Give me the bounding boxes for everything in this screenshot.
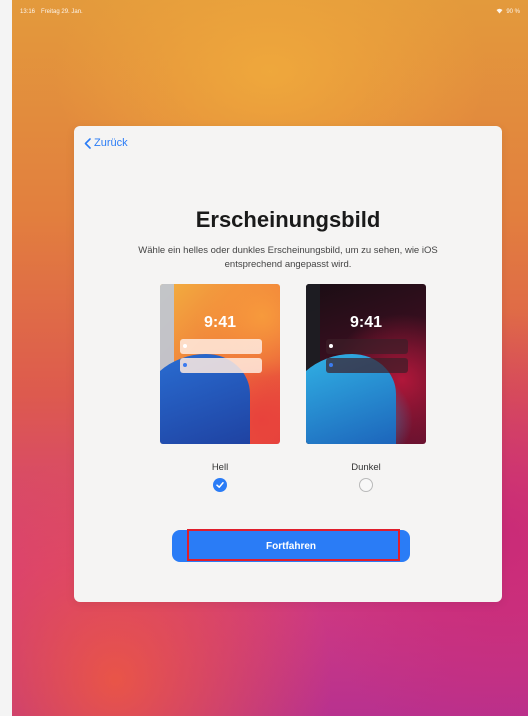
preview-notification: [326, 358, 408, 373]
preview-notification: [180, 339, 262, 354]
preview-clock: 9:41: [349, 314, 383, 331]
preview-notification: [326, 339, 408, 354]
battery-text: 90 %: [506, 9, 520, 15]
back-button[interactable]: Zurück: [84, 137, 128, 149]
back-label: Zurück: [94, 137, 128, 149]
dark-mode-preview[interactable]: 9:41: [306, 284, 426, 444]
light-option-label: Hell: [211, 462, 229, 473]
preview-notification: [180, 358, 262, 373]
ipad-screen: 13:16 Freitag 29. Jan. 90 % Zurück Ersch…: [12, 0, 528, 716]
light-radio-selected[interactable]: [213, 478, 227, 492]
page-title: Erscheinungsbild: [195, 207, 381, 232]
page-subtitle: Wähle ein helles oder dunkles Erscheinun…: [138, 245, 438, 270]
device-frame: [0, 0, 12, 716]
status-date: Freitag 29. Jan.: [41, 9, 83, 15]
preview-clock: 9:41: [203, 314, 237, 331]
chevron-left-icon: [84, 137, 91, 149]
status-time: 13:16: [20, 9, 36, 15]
dark-option-label: Dunkel: [351, 462, 381, 473]
appearance-setup-sheet: Zurück Erscheinungsbild Wähle ein helles…: [74, 126, 502, 602]
dark-radio[interactable]: [359, 478, 373, 492]
light-mode-preview[interactable]: 9:41: [160, 284, 280, 444]
status-bar: 13:16 Freitag 29. Jan. 90 %: [20, 5, 520, 19]
checkmark-icon: [216, 482, 224, 488]
continue-label: Fortfahren: [266, 540, 316, 552]
wifi-icon: [496, 8, 503, 16]
continue-button[interactable]: Fortfahren: [172, 530, 410, 562]
